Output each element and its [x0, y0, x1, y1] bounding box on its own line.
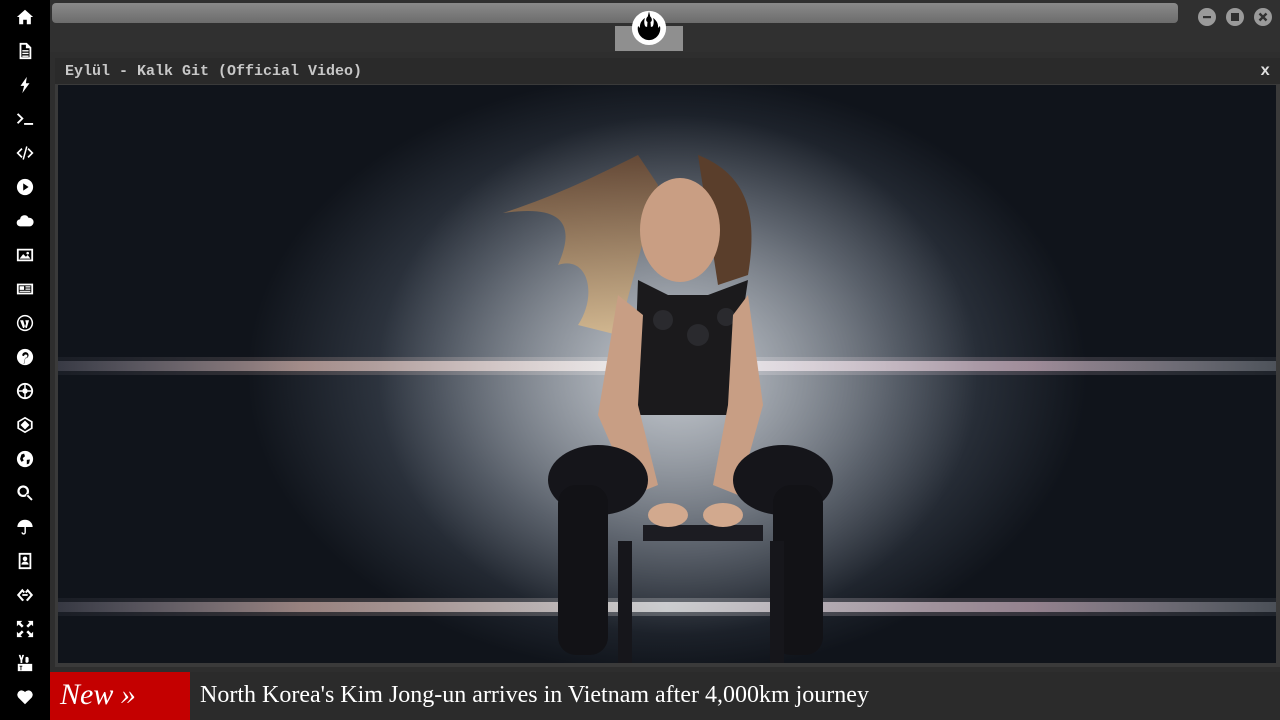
sidebar-item-pinterest[interactable]: [0, 342, 50, 372]
sidebar-item-terminal[interactable]: [0, 104, 50, 134]
sidebar-item-cube[interactable]: [0, 410, 50, 440]
sidebar-item-contacts[interactable]: [0, 546, 50, 576]
news-ticker: New » North Korea's Kim Jong-un arrives …: [50, 672, 1280, 720]
umbrella-icon: [17, 519, 33, 535]
rebel-alliance-icon[interactable]: [630, 8, 668, 46]
cloud-icon: [16, 215, 34, 227]
contact-book-icon: [18, 552, 32, 570]
sidebar-item-home[interactable]: [0, 2, 50, 32]
sidebar-item-favorites[interactable]: [0, 682, 50, 712]
player-close-button[interactable]: x: [1260, 62, 1270, 80]
sidebar-item-document[interactable]: [0, 36, 50, 66]
sidebar-item-play[interactable]: [0, 172, 50, 202]
code-icon: [16, 146, 34, 160]
globe-icon: [16, 450, 34, 468]
play-circle-icon: [16, 178, 34, 196]
wordpress-icon: [16, 314, 34, 332]
cube-icon: [17, 416, 33, 434]
close-window-button[interactable]: [1254, 8, 1272, 26]
minimize-button[interactable]: [1198, 8, 1216, 26]
sidebar-item-umbrella[interactable]: [0, 512, 50, 542]
sidebar: [0, 0, 50, 720]
video-frame[interactable]: [58, 85, 1276, 663]
player-titlebar: Eylül - Kalk Git (Official Video) x: [55, 58, 1280, 84]
empire-icon: [16, 382, 34, 400]
sidebar-item-news[interactable]: [0, 274, 50, 304]
sidebar-item-link[interactable]: [0, 580, 50, 610]
video-content: [58, 115, 1276, 663]
image-icon: [16, 248, 34, 262]
terminal-icon: [16, 113, 34, 125]
sidebar-item-image[interactable]: [0, 240, 50, 270]
sidebar-item-wordpress[interactable]: [0, 308, 50, 338]
heart-icon: [17, 690, 33, 705]
pinterest-icon: [16, 348, 34, 366]
sidebar-item-fullscreen[interactable]: [0, 614, 50, 644]
sidebar-item-globe[interactable]: [0, 444, 50, 474]
sidebar-item-code[interactable]: [0, 138, 50, 168]
video-title: Eylül - Kalk Git (Official Video): [65, 63, 363, 80]
video-player-window: Eylül - Kalk Git (Official Video) x: [55, 58, 1280, 667]
sidebar-item-empire[interactable]: [0, 376, 50, 406]
home-icon: [16, 9, 34, 25]
sidebar-item-cloud[interactable]: [0, 206, 50, 236]
minimize-icon: [1203, 16, 1211, 19]
news-badge[interactable]: New »: [50, 672, 190, 720]
youtube-icon: [17, 654, 33, 672]
document-icon: [19, 42, 32, 60]
address-bar[interactable]: [52, 3, 1178, 23]
fullscreen-icon: [16, 620, 34, 638]
newspaper-icon: [16, 283, 34, 295]
news-headline[interactable]: North Korea's Kim Jong-un arrives in Vie…: [200, 672, 869, 720]
top-bar: [50, 0, 1280, 52]
sidebar-item-search[interactable]: [0, 478, 50, 508]
search-icon: [17, 485, 33, 501]
close-icon: [1258, 12, 1268, 22]
maximize-icon: [1231, 13, 1239, 21]
sidebar-item-bolt[interactable]: [0, 70, 50, 100]
bolt-icon: [20, 76, 30, 94]
link-icon: [16, 588, 34, 602]
maximize-button[interactable]: [1226, 8, 1244, 26]
sidebar-item-youtube[interactable]: [0, 648, 50, 678]
